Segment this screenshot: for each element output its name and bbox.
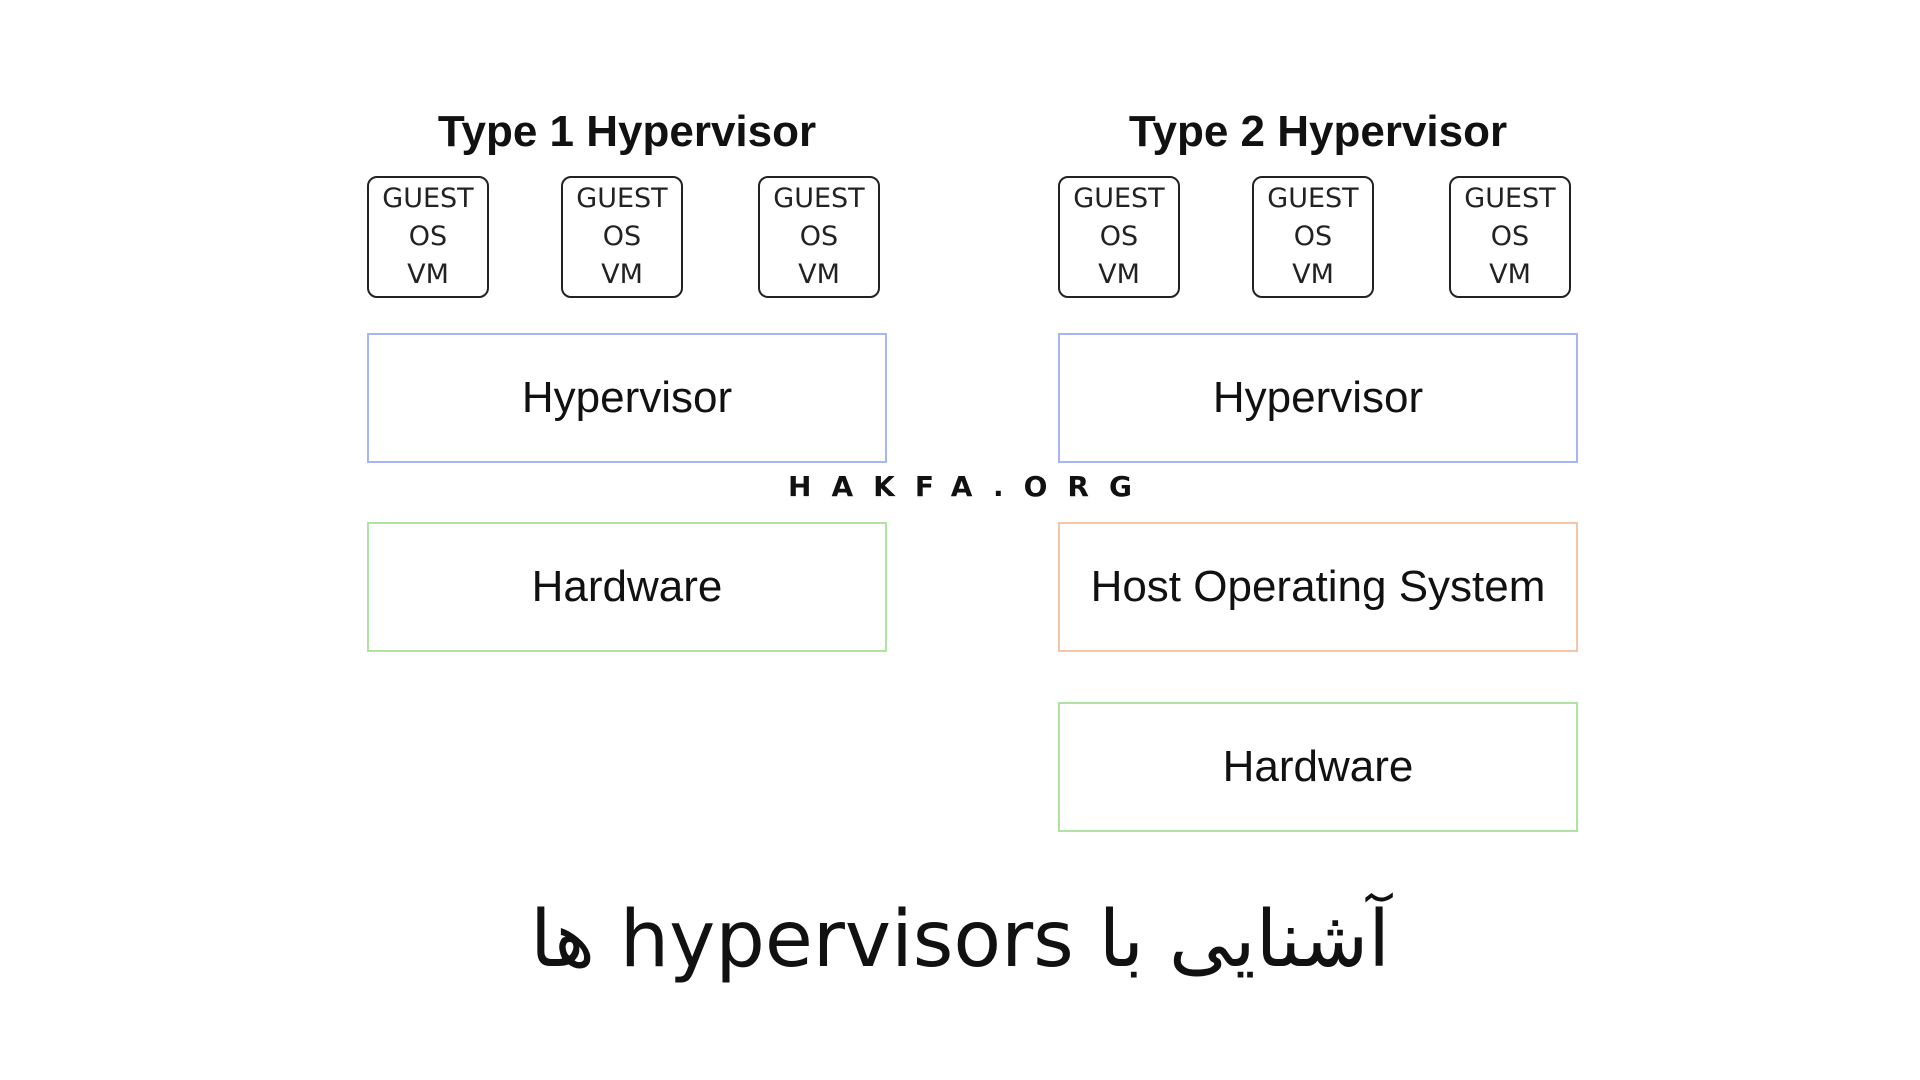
vm-label-guest: GUEST [1073,183,1165,214]
type1-guest-vm-2: GUEST OS VM [561,176,683,298]
vm-label-os: OS [1099,221,1139,252]
vm-label-guest: GUEST [1267,183,1359,214]
type1-vm-row: GUEST OS VM GUEST OS VM GUEST OS VM [367,176,887,302]
type1-title: Type 1 Hypervisor [437,107,817,156]
caption-text: آشنایی با hypervisors ها [530,895,1390,985]
type2-guest-vm-3: GUEST OS VM [1449,176,1571,298]
vm-label-vm: VM [1292,259,1334,290]
vm-label-os: OS [1490,221,1530,252]
type2-host-os-layer: Host Operating System [1058,522,1578,652]
type2-hardware-layer: Hardware [1058,702,1578,832]
vm-label-guest: GUEST [773,183,865,214]
type1-guest-vm-1: GUEST OS VM [367,176,489,298]
vm-label-vm: VM [1098,259,1140,290]
type1-hardware-layer: Hardware [367,522,887,652]
vm-label-vm: VM [1489,259,1531,290]
vm-label-guest: GUEST [382,183,474,214]
vm-label-os: OS [602,221,642,252]
vm-label-os: OS [799,221,839,252]
type1-hypervisor-layer: Hypervisor [367,333,887,463]
vm-label-vm: VM [407,259,449,290]
vm-label-os: OS [1293,221,1333,252]
vm-label-vm: VM [798,259,840,290]
type2-guest-vm-1: GUEST OS VM [1058,176,1180,298]
vm-label-guest: GUEST [576,183,668,214]
vm-label-guest: GUEST [1464,183,1556,214]
type1-guest-vm-3: GUEST OS VM [758,176,880,298]
type2-hypervisor-layer: Hypervisor [1058,333,1578,463]
type2-guest-vm-2: GUEST OS VM [1252,176,1374,298]
vm-label-vm: VM [601,259,643,290]
watermark-text: HAKFA.ORG [788,470,1152,503]
vm-label-os: OS [408,221,448,252]
type2-vm-row: GUEST OS VM GUEST OS VM GUEST OS VM [1058,176,1578,302]
type2-title: Type 2 Hypervisor [1128,107,1508,156]
